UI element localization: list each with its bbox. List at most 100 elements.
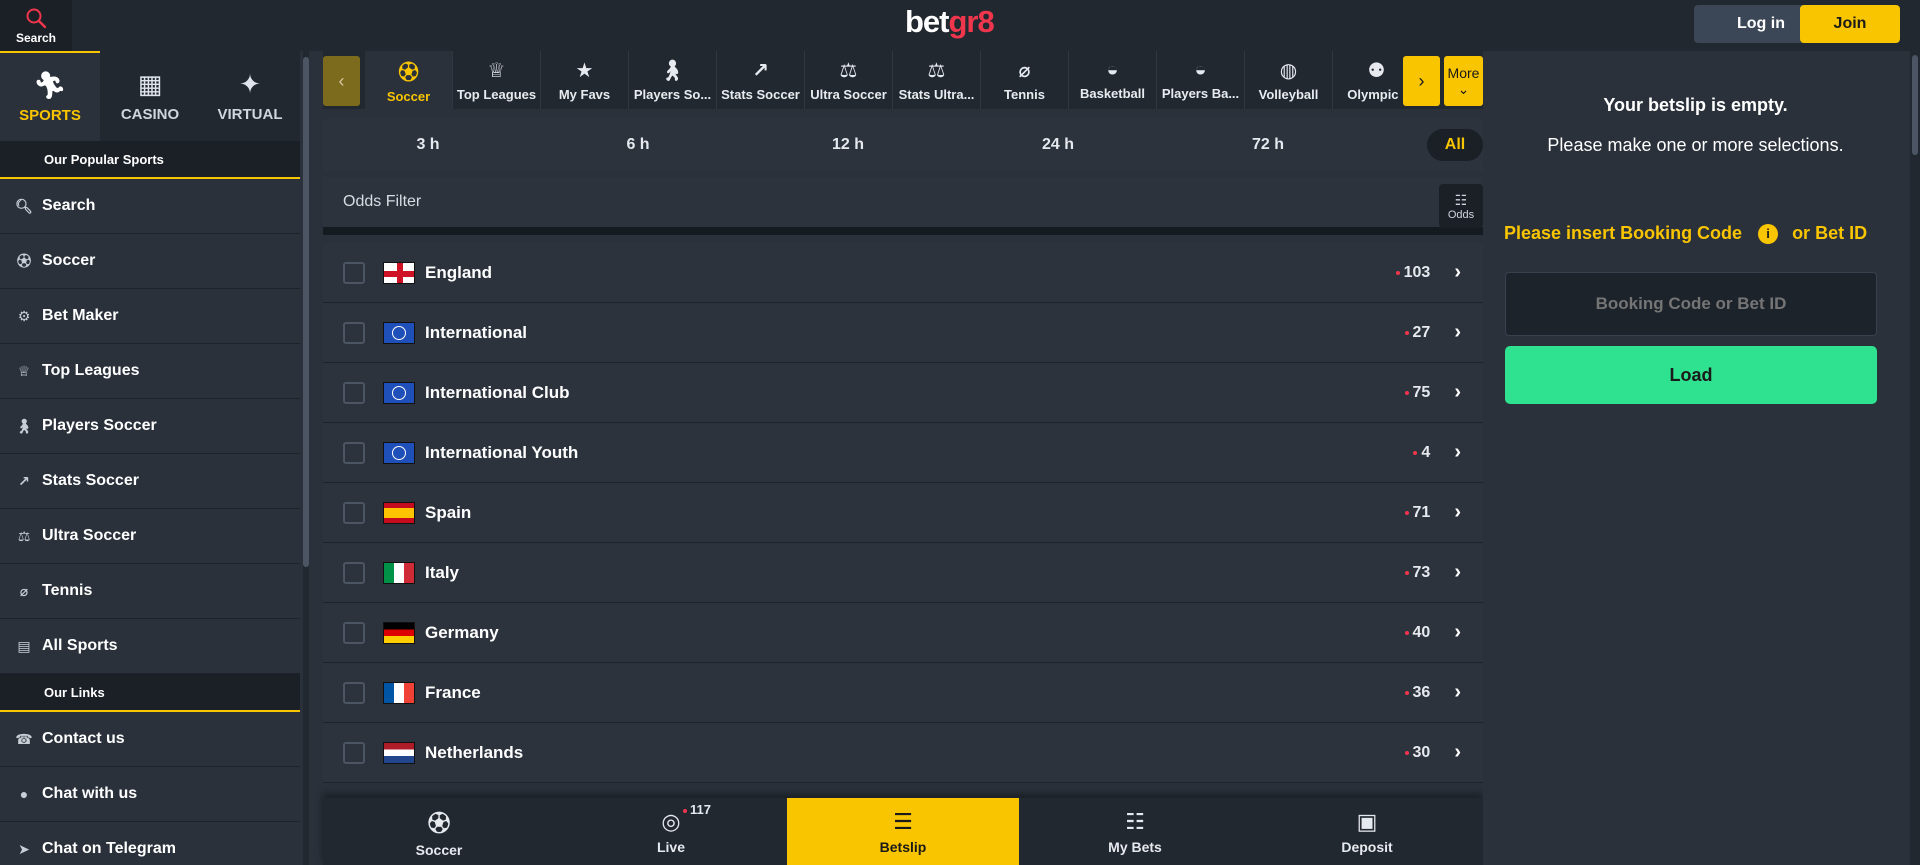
live-dot-icon [1404,390,1409,395]
time-filter-24h[interactable]: 24 h [953,136,1163,154]
page-scroll-thumb[interactable] [1912,55,1918,155]
sport-chip-olympics[interactable]: ⚉ Olympics [1333,51,1399,109]
sidebar-scrollbar[interactable] [303,51,309,865]
tab-sports[interactable]: 🏃︎ SPORTS [0,51,100,141]
sidebar-item-search[interactable]: 🔍︎ Search [0,179,300,234]
live-icon: ◎ [661,808,681,834]
booking-code-input[interactable] [1505,272,1877,336]
country-checkbox[interactable] [343,681,365,704]
sport-chip-top-leagues[interactable]: ♕ Top Leagues [453,51,541,109]
country-row-england[interactable]: England 103 › [323,243,1483,303]
chevron-down-icon: ⌄ [1457,80,1470,97]
sport-chip-players-soccer[interactable]: 🚶︎ Players So... [629,51,717,109]
sidebar-item-all-sports[interactable]: ▤ All Sports [0,619,300,674]
sport-chip-volleyball[interactable]: ◍ Volleyball [1245,51,1333,109]
sport-chip-basketball[interactable]: ◒ Basketball [1069,51,1157,109]
trophy-icon: ♕ [487,60,506,82]
tab-virtual[interactable]: ✦ VIRTUAL [200,51,300,141]
tennis-racket-icon: ⌀ [19,582,29,599]
sidebar-link-contact[interactable]: ☎︎ Contact us [0,712,300,767]
load-button[interactable]: Load [1505,346,1877,404]
sport-chip-players-basketball[interactable]: ◒ Players Ba... [1157,51,1245,109]
chevron-right-icon: › [1454,381,1461,403]
strip-scroll-left-button[interactable]: ‹ [323,56,360,106]
bottom-nav-soccer[interactable]: ⚽︎ Soccer [323,798,555,865]
country-row-international-youth[interactable]: International Youth 4 › [323,423,1483,483]
booking-code-label: Please insert Booking Code i or Bet ID [1504,223,1867,244]
page-scrollbar[interactable] [1910,51,1920,865]
player-icon: 🚶︎ [15,417,33,434]
time-filter-6h[interactable]: 6 h [533,136,743,154]
time-filter-72h[interactable]: 72 h [1163,136,1373,154]
country-checkbox[interactable] [343,741,365,764]
more-sports-button[interactable]: More ⌄ [1444,56,1483,106]
chevron-right-icon: › [1454,501,1461,523]
sidebar-link-telegram[interactable]: ➤ Chat on Telegram [0,822,300,865]
country-row-netherlands[interactable]: Netherlands 30 › [323,723,1483,783]
left-sidebar: 🏃︎ SPORTS ▦ CASINO ✦ VIRTUAL Our Popular… [0,51,300,865]
time-filter-all[interactable]: All [1427,129,1483,161]
bottom-nav-label: Live [656,838,685,855]
sidebar-item-soccer[interactable]: ⚽︎ Soccer [0,234,300,289]
country-checkbox[interactable] [343,561,365,584]
country-checkbox[interactable] [343,621,365,644]
time-filter-12h[interactable]: 12 h [743,136,953,154]
brand-logo[interactable]: betgr8 [905,4,995,44]
time-filter-3h[interactable]: 3 h [323,136,533,154]
sidebar-item-players-soccer[interactable]: 🚶︎ Players Soccer [0,399,300,454]
sport-chip-stats-ultra[interactable]: ⚖︎ Stats Ultra... [893,51,981,109]
live-dot-icon [1395,270,1400,275]
country-row-international[interactable]: International 27 › [323,303,1483,363]
country-checkbox[interactable] [343,321,365,344]
basketball-icon: ◒ [1106,59,1119,81]
sport-chip-my-favs[interactable]: ★ My Favs [541,51,629,109]
bottom-nav-deposit[interactable]: ▣ Deposit [1251,798,1483,865]
info-icon[interactable]: i [1758,223,1779,244]
sidebar-item-stats-soccer[interactable]: ↗ Stats Soccer [0,454,300,509]
main-content: ‹ ⚽︎ Soccer ♕ Top Leagues ★ My Favs 🚶︎ P… [323,51,1483,865]
country-list: England 103 › International 27 › Interna… [323,243,1483,783]
sidebar-item-label: Stats Soccer [42,472,139,489]
country-checkbox[interactable] [343,261,365,284]
virtual-icon: ✦ [239,69,261,99]
sport-chip-soccer[interactable]: ⚽︎ Soccer [365,51,453,109]
sport-chip-stats-soccer[interactable]: ↗ Stats Soccer [717,51,805,109]
country-checkbox[interactable] [343,441,365,464]
sidebar-link-chat[interactable]: ● Chat with us [0,767,300,822]
bottom-nav-live[interactable]: ◎ Live 117 [555,798,787,865]
sport-chip-tennis[interactable]: ⌀ Tennis [981,51,1069,109]
country-row-international-club[interactable]: International Club 75 › [323,363,1483,423]
tab-virtual-label: VIRTUAL [217,106,283,123]
chevron-right-icon: › [1454,261,1461,283]
germany-flag-icon [383,621,415,644]
odds-filter-button[interactable]: ☷ Odds [1439,184,1483,228]
sidebar-scroll-thumb[interactable] [303,57,309,567]
sidebar-item-top-leagues[interactable]: ♕ Top Leagues [0,344,300,399]
sidebar-item-bet-maker[interactable]: ⚙︎ Bet Maker [0,289,300,344]
country-count: 4 [1421,443,1431,461]
sport-chip-ultra-soccer[interactable]: ⚖︎ Ultra Soccer [805,51,893,109]
country-row-spain[interactable]: Spain 71 › [323,483,1483,543]
country-name: International [425,322,528,342]
country-row-italy[interactable]: Italy 73 › [323,543,1483,603]
tab-casino[interactable]: ▦ CASINO [100,51,200,141]
chevron-left-icon: ‹ [338,70,345,91]
country-row-germany[interactable]: Germany 40 › [323,603,1483,663]
live-count-badge: 117 [683,802,711,817]
live-dot-icon [1404,690,1409,695]
bottom-nav-betslip[interactable]: ☰ Betslip [787,798,1019,865]
join-button[interactable]: Join [1800,5,1900,43]
strip-scroll-right-button[interactable]: › [1403,56,1440,106]
country-checkbox[interactable] [343,381,365,404]
country-checkbox[interactable] [343,501,365,524]
live-dot-icon [683,808,687,813]
sidebar-item-tennis[interactable]: ⌀ Tennis [0,564,300,619]
bottom-nav-my-bets[interactable]: ☷ My Bets [1019,798,1251,865]
sidebar-item-ultra-soccer[interactable]: ⚖︎ Ultra Soccer [0,509,300,564]
country-row-france[interactable]: France 36 › [323,663,1483,723]
country-name: International Youth [425,442,579,462]
live-dot-icon [1404,630,1409,635]
header-search-button[interactable]: Search [0,0,72,51]
chevron-right-icon: › [1454,441,1461,463]
chevron-right-icon: › [1454,561,1461,583]
